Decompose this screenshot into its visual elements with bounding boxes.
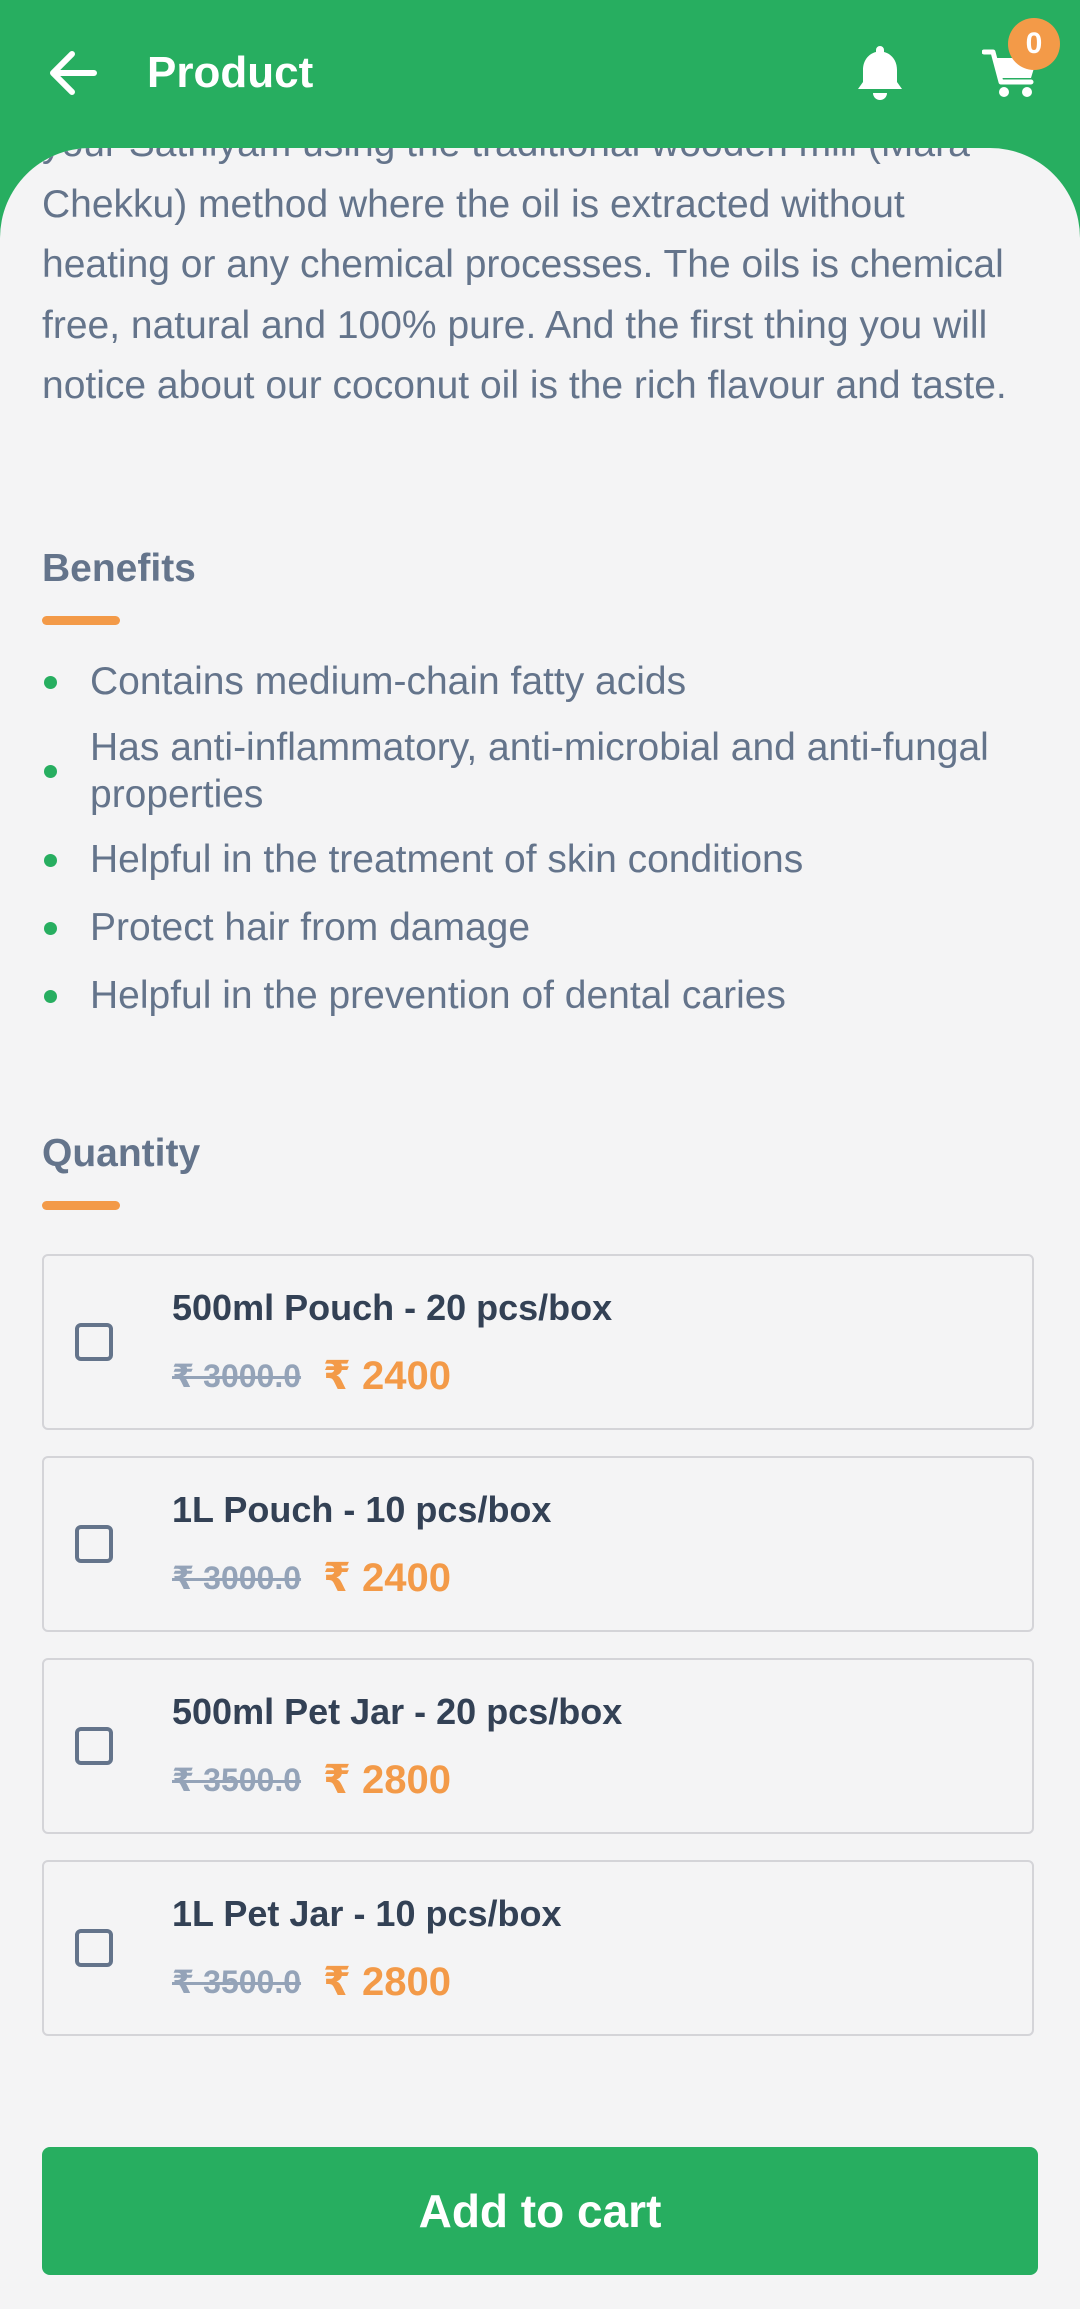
add-to-cart-button[interactable]: Add to cart bbox=[42, 2147, 1038, 2275]
option-checkbox[interactable] bbox=[75, 1727, 113, 1765]
quantity-option-1l-pet-jar[interactable]: 1L Pet Jar - 10 pcs/box ₹ 3500.0 ₹ 2800 bbox=[42, 1860, 1034, 2036]
benefits-list: Contains medium-chain fatty acids Has an… bbox=[42, 658, 1042, 1040]
benefit-text: Helpful in the prevention of dental cari… bbox=[90, 974, 786, 1017]
content-scroll-area[interactable]: your Sathiyam using the traditional wood… bbox=[0, 148, 1080, 2309]
quantity-heading-underline bbox=[42, 1201, 120, 1210]
discounted-price: ₹ 2400 bbox=[323, 1354, 451, 1398]
bullet-dot bbox=[44, 854, 57, 867]
benefit-item: Has anti-inflammatory, anti-microbial an… bbox=[42, 724, 1042, 818]
discounted-price: ₹ 2800 bbox=[323, 1758, 451, 1802]
benefit-item: Helpful in the prevention of dental cari… bbox=[42, 972, 1042, 1020]
quantity-heading: Quantity bbox=[42, 1132, 201, 1175]
option-price-row: ₹ 3000.0 ₹ 2400 bbox=[172, 1350, 451, 1402]
notifications-button[interactable] bbox=[850, 38, 910, 108]
benefit-item: Protect hair from damage bbox=[42, 904, 1042, 952]
original-price: ₹ 3000.0 bbox=[172, 1560, 302, 1596]
option-checkbox[interactable] bbox=[75, 1323, 113, 1361]
quantity-option-1l-pouch[interactable]: 1L Pouch - 10 pcs/box ₹ 3000.0 ₹ 2400 bbox=[42, 1456, 1034, 1632]
benefits-heading-underline bbox=[42, 616, 120, 625]
option-price-row: ₹ 3500.0 ₹ 2800 bbox=[172, 1956, 451, 2008]
discounted-price: ₹ 2400 bbox=[323, 1556, 451, 1600]
benefit-text: Helpful in the treatment of skin conditi… bbox=[90, 838, 804, 881]
bullet-dot bbox=[44, 990, 57, 1003]
option-name: 500ml Pouch - 20 pcs/box bbox=[172, 1287, 613, 1328]
benefit-item: Contains medium-chain fatty acids bbox=[42, 658, 1042, 706]
bullet-dot bbox=[44, 765, 57, 778]
option-price-row: ₹ 3500.0 ₹ 2800 bbox=[172, 1754, 451, 1806]
quantity-option-500ml-pet-jar[interactable]: 500ml Pet Jar - 20 pcs/box ₹ 3500.0 ₹ 28… bbox=[42, 1658, 1034, 1834]
discounted-price: ₹ 2800 bbox=[323, 1960, 451, 2004]
bell-icon bbox=[858, 46, 902, 100]
option-name: 1L Pet Jar - 10 pcs/box bbox=[172, 1893, 562, 1934]
bullet-dot bbox=[44, 922, 57, 935]
original-price: ₹ 3500.0 bbox=[172, 1964, 302, 2000]
original-price: ₹ 3500.0 bbox=[172, 1762, 302, 1798]
product-description: your Sathiyam using the traditional wood… bbox=[42, 148, 1007, 407]
option-price-row: ₹ 3000.0 ₹ 2400 bbox=[172, 1552, 451, 1604]
cart-count-badge: 0 bbox=[1008, 18, 1060, 70]
page-title: Product bbox=[147, 48, 314, 97]
option-checkbox[interactable] bbox=[75, 1929, 113, 1967]
quantity-option-500ml-pouch[interactable]: 500ml Pouch - 20 pcs/box ₹ 3000.0 ₹ 2400 bbox=[42, 1254, 1034, 1430]
benefits-heading: Benefits bbox=[42, 547, 196, 590]
benefit-text: Protect hair from damage bbox=[90, 906, 531, 949]
content-sheet: your Sathiyam using the traditional wood… bbox=[0, 148, 1080, 2309]
option-name: 1L Pouch - 10 pcs/box bbox=[172, 1489, 552, 1530]
back-button[interactable] bbox=[40, 40, 106, 106]
bullet-dot bbox=[44, 676, 57, 689]
app-bar: Product bbox=[0, 0, 1080, 148]
benefit-text: Contains medium-chain fatty acids bbox=[90, 660, 687, 703]
arrow-left-icon bbox=[50, 51, 97, 95]
option-name: 500ml Pet Jar - 20 pcs/box bbox=[172, 1691, 623, 1732]
benefit-item: Helpful in the treatment of skin conditi… bbox=[42, 836, 1042, 884]
option-checkbox[interactable] bbox=[75, 1525, 113, 1563]
benefit-text: Has anti-inflammatory, anti-microbial an… bbox=[90, 726, 989, 816]
original-price: ₹ 3000.0 bbox=[172, 1358, 302, 1394]
